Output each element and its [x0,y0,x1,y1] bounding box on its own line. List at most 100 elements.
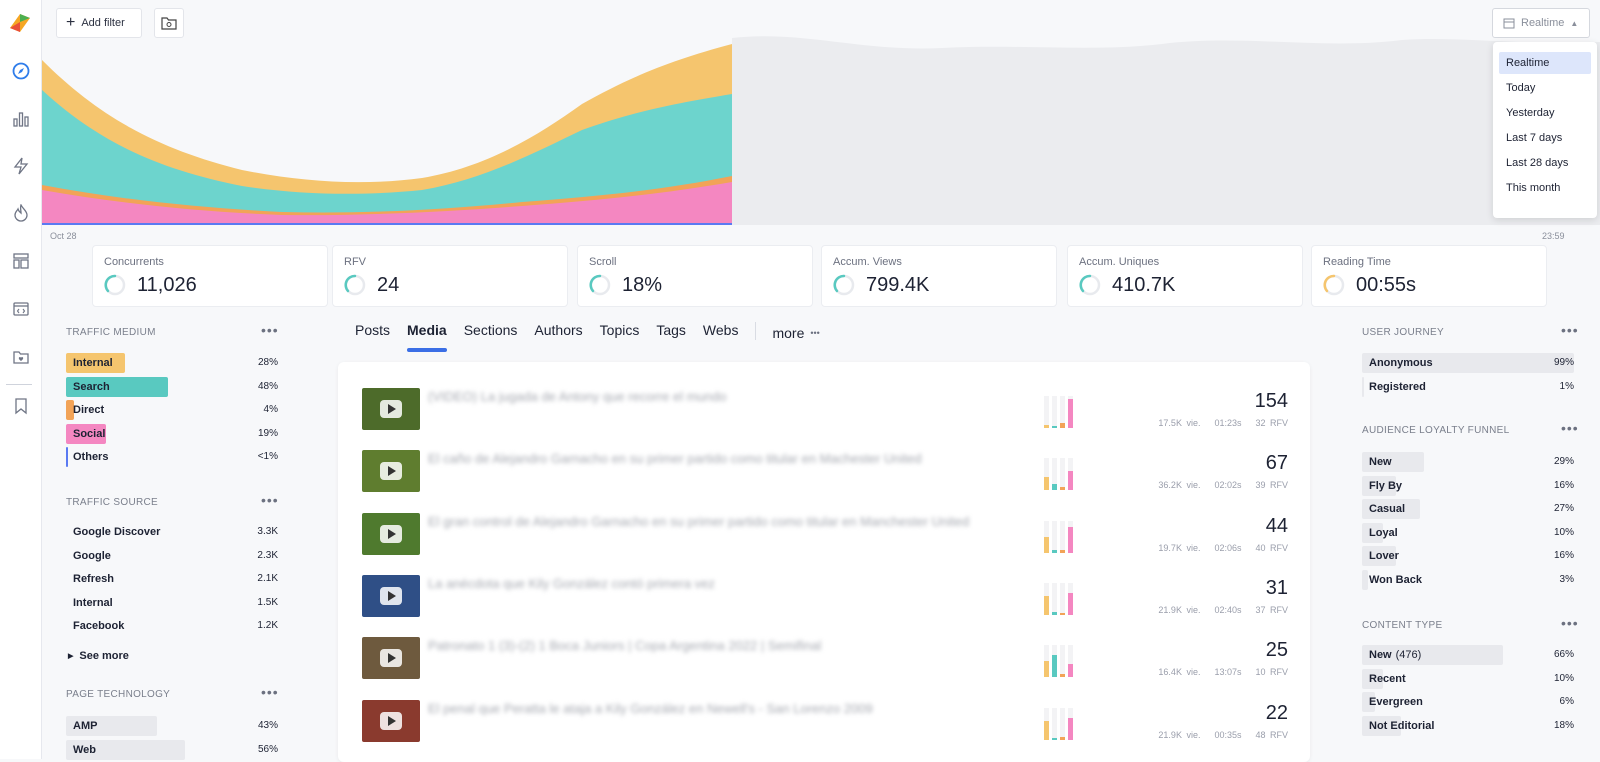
media-thumbnail[interactable] [362,388,420,430]
traffic-source-more-icon[interactable]: ••• [261,492,279,508]
date-option-last-28-days[interactable]: Last 28 days [1499,152,1591,174]
traffic-medium-row[interactable]: Direct 4% [66,400,278,420]
media-thumbnail[interactable] [362,699,420,742]
loyalty-funnel-pct: 10% [1553,526,1574,538]
media-list-item[interactable]: La anécdota que Kily González contó prim… [362,574,1288,637]
page-technology-more-icon[interactable]: ••• [261,684,279,700]
loyalty-funnel-row[interactable]: New 29% [1362,452,1574,472]
tab-webs[interactable]: Webs [703,322,739,344]
page-tech-row[interactable]: Web 56% [66,739,278,760]
media-title[interactable]: Patronato 1 (3)-(2) 1 Boca Juniors | Cop… [428,639,1018,652]
media-thumbnail[interactable] [362,512,420,555]
folder-heart-icon[interactable] [8,344,34,370]
media-meta: 21.9K vie. 00:35s 48 RFV [1158,730,1288,740]
kpi-card[interactable]: Accum. Uniques 410.7K [1067,245,1303,307]
media-time: 02:06s [1214,542,1242,553]
traffic-source-row[interactable]: Refresh 2.1K [66,571,278,589]
traffic-medium-row[interactable]: Others <1% [66,447,278,467]
tab-authors[interactable]: Authors [534,322,582,344]
kpi-card[interactable]: Scroll 18% [577,245,813,307]
tab-posts[interactable]: Posts [355,322,390,344]
compass-icon[interactable] [8,58,34,84]
traffic-medium-more-icon[interactable]: ••• [261,322,279,338]
kpi-card[interactable]: Concurrents 11,026 [92,245,328,307]
see-more-link[interactable]: ▶ See more [68,650,129,662]
content-type-more-icon[interactable]: ••• [1561,615,1579,631]
media-thumbnail[interactable] [362,574,420,617]
date-option-realtime[interactable]: Realtime [1499,52,1591,74]
date-option-yesterday[interactable]: Yesterday [1499,102,1591,124]
media-title[interactable]: (VIDEO) La jugada de Antony que recorre … [428,390,1018,403]
traffic-source-label: Refresh [73,573,114,585]
bookmark-icon[interactable] [8,393,34,419]
user-journey-title: USER JOURNEY [1362,327,1444,338]
page-tech-row[interactable]: AMP 43% [66,716,278,736]
user-journey-row[interactable]: Anonymous 99% [1362,353,1574,373]
date-range-menu: Realtime Today Yesterday Last 7 days Las… [1493,42,1597,218]
date-option-this-month[interactable]: This month [1499,177,1591,199]
bar-chart-icon[interactable] [8,106,34,132]
traffic-medium-row[interactable]: Internal 28% [66,353,278,373]
traffic-medium-row[interactable]: Social 19% [66,423,278,444]
loyalty-funnel-row[interactable]: Casual 27% [1362,499,1574,519]
media-title[interactable]: El penal que Peratta le ataja a Kily Gon… [428,702,1018,715]
media-rfv: 37 RFV [1255,604,1288,615]
tab-more[interactable]: more ••• [772,322,819,344]
media-list-item[interactable]: El gran control de Alejandro Garnacho en… [362,512,1288,575]
folder-icon [161,17,177,30]
date-range-dropdown[interactable]: Realtime ▲ [1492,8,1590,38]
media-views: 21.9K vie. [1158,604,1201,615]
flame-icon[interactable] [8,200,34,226]
traffic-source-label: Facebook [73,620,125,632]
media-value: 22 [1265,701,1288,724]
kpi-card[interactable]: Accum. Views 799.4K [821,245,1057,307]
media-title[interactable]: El gran control de Alejandro Garnacho en… [428,515,1018,528]
media-list-item[interactable]: (VIDEO) La jugada de Antony que recorre … [362,388,1288,450]
media-time: 02:40s [1214,604,1242,615]
date-option-today[interactable]: Today [1499,77,1591,99]
media-list-item[interactable]: Patronato 1 (3)-(2) 1 Boca Juniors | Cop… [362,637,1288,699]
media-title[interactable]: La anécdota que Kily González contó prim… [428,577,1018,590]
media-thumbnail[interactable] [362,450,420,493]
content-type-row[interactable]: Recent 10% [1362,668,1574,689]
traffic-source-row[interactable]: Internal 1.5K [66,595,278,613]
traffic-source-row[interactable]: Google 2.3K [66,548,278,566]
kpi-card[interactable]: Reading Time 00:55s [1311,245,1547,307]
tab-sections[interactable]: Sections [464,322,518,344]
traffic-source-row[interactable]: Google Discover 3.3K [66,524,278,542]
loyalty-funnel-label-text: Fly By [1369,479,1403,492]
user-journey-label-text: Registered [1369,380,1426,393]
media-thumbnail[interactable] [362,637,420,680]
loyalty-funnel-row[interactable]: Lover 16% [1362,546,1574,566]
media-list-item[interactable]: El caño de Alejandro Garnacho en su prim… [362,450,1288,512]
tabs-divider [755,322,757,340]
media-meta: 21.9K vie. 02:40s 37 RFV [1158,605,1288,615]
embed-window-icon[interactable] [8,296,34,322]
media-value: 44 [1265,514,1288,537]
tab-topics[interactable]: Topics [600,322,640,344]
tab-media[interactable]: Media [407,322,447,352]
user-journey-row[interactable]: Registered 1% [1362,376,1574,397]
traffic-source-row[interactable]: Facebook 1.2K [66,618,278,636]
loyalty-funnel-row[interactable]: Won Back 3% [1362,569,1574,590]
date-option-last-7-days[interactable]: Last 7 days [1499,127,1591,149]
traffic-medium-bar [66,447,68,467]
user-journey-more-icon[interactable]: ••• [1561,322,1579,338]
content-type-row[interactable]: Evergreen 6% [1362,692,1574,712]
app-logo[interactable] [6,8,34,36]
loyalty-funnel-row[interactable]: Loyal 10% [1362,522,1574,543]
lightning-icon[interactable] [8,153,34,179]
sidebar-divider [6,384,32,385]
tab-tags[interactable]: Tags [656,322,686,344]
kpi-card[interactable]: RFV 24 [332,245,568,307]
layout-icon[interactable] [8,248,34,274]
content-type-row[interactable]: New (476) 66% [1362,645,1574,665]
content-type-row[interactable]: Not Editorial 18% [1362,715,1574,736]
traffic-medium-row[interactable]: Search 48% [66,376,278,397]
kpi-ring-icon [589,274,611,296]
media-list-item[interactable]: El penal que Peratta le ataja a Kily Gon… [362,699,1288,762]
media-title[interactable]: El caño de Alejandro Garnacho en su prim… [428,452,1018,465]
loyalty-funnel-more-icon[interactable]: ••• [1561,420,1579,436]
loyalty-funnel-row[interactable]: Fly By 16% [1362,475,1574,496]
media-value: 31 [1265,576,1288,599]
